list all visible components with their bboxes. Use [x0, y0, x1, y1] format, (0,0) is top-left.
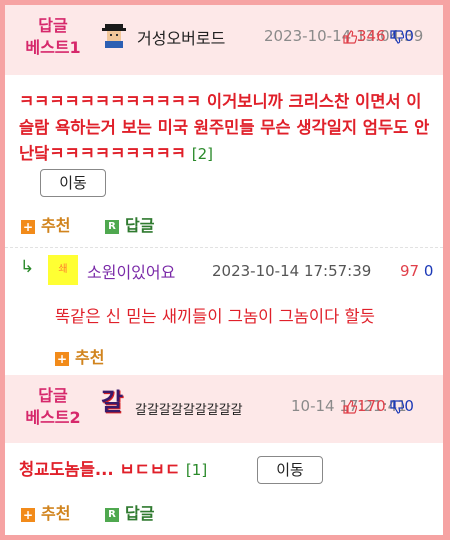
reply-r-icon: R	[105, 219, 119, 234]
best1-title-text: ㅋㅋㅋㅋㅋㅋㅋㅋㅋㅋㅋㅋ 이거보니까 크리스찬 이면서 이슬람 욕하는거 보는 …	[19, 92, 430, 163]
best1-comment-count: [2]	[191, 145, 213, 163]
best1-down-count: 0	[404, 27, 414, 45]
thumb-up-icon[interactable]	[343, 29, 357, 44]
best1-badge-line1: 답글	[38, 16, 68, 35]
best1-recommend-label: 추천	[41, 216, 71, 235]
reply-arrow-icon: ↳	[20, 257, 35, 277]
avatar-text: 쇄	[58, 264, 68, 275]
best2-header: 답글 베스트2 갈 갈갈갈갈갈갈갈갈갈 10-14 17:21:41 170 0	[5, 375, 443, 443]
best2-votes: 170 0	[343, 397, 414, 415]
best2-down-count: 0	[404, 397, 414, 415]
best2-badge: 답글 베스트2	[5, 385, 101, 429]
reply1-recommend-button[interactable]: + 추천	[55, 344, 104, 368]
thumb-up-icon[interactable]	[343, 399, 357, 414]
thumb-down-icon[interactable]	[390, 29, 405, 44]
best1-move-button[interactable]: 이동	[40, 169, 106, 197]
best1-votes: 346 0	[343, 27, 414, 45]
best2-reply-label: 답글	[125, 504, 155, 523]
user-avatar-icon[interactable]	[101, 23, 127, 49]
best1-header: 답글 베스트1 거성오버로드 2023-10-14 13:04:39 346 0	[5, 5, 443, 75]
best2-badge-line2: 베스트2	[25, 408, 81, 427]
reply1-recommend-label: 추천	[75, 348, 105, 367]
reply-r-icon: R	[105, 507, 119, 522]
divider	[5, 247, 443, 248]
best1-badge: 답글 베스트1	[5, 15, 101, 59]
best1-reply-button[interactable]: R 답글	[105, 212, 154, 236]
best2-badge-line1: 답글	[38, 386, 68, 405]
reply1-body: 똑같은 신 믿는 새끼들이 그놈이 그놈이다 할듯	[55, 307, 375, 326]
best1-badge-line2: 베스트1	[25, 38, 81, 57]
thumb-down-icon[interactable]	[390, 399, 405, 414]
plus-icon: +	[55, 351, 69, 366]
best2-title-text: 청교도놈들... ㅂㄷㅂㄷ	[19, 460, 181, 479]
best1-reply-label: 답글	[125, 216, 155, 235]
best2-reply-button[interactable]: R 답글	[105, 500, 154, 524]
reply1-date: 2023-10-14 17:57:39	[212, 262, 372, 280]
best2-recommend-label: 추천	[41, 504, 71, 523]
best2-title[interactable]: 청교도놈들... ㅂㄷㅂㄷ [1]	[19, 457, 207, 483]
best1-recommend-button[interactable]: + 추천	[21, 212, 70, 236]
reply1-votes: 97 0	[400, 262, 433, 280]
best2-comment-count: [1]	[185, 461, 208, 479]
user-avatar-icon[interactable]: 갈	[101, 387, 131, 417]
plus-icon: +	[21, 507, 35, 522]
best1-title[interactable]: ㅋㅋㅋㅋㅋㅋㅋㅋㅋㅋㅋㅋ 이거보니까 크리스찬 이면서 이슬람 욕하는거 보는 …	[19, 89, 435, 167]
comment-list: 답글 베스트1 거성오버로드 2023-10-14 13:04:39 346 0…	[5, 5, 443, 535]
best2-recommend-button[interactable]: + 추천	[21, 500, 70, 524]
best2-nickname[interactable]: 갈갈갈갈갈갈갈갈갈	[135, 399, 243, 418]
plus-icon: +	[21, 219, 35, 234]
best2-up-count: 170	[357, 397, 386, 415]
reply1-up-count: 97	[400, 262, 420, 280]
user-avatar-icon[interactable]: 쇄	[48, 255, 78, 285]
best1-up-count: 346	[357, 27, 386, 45]
reply1-down-count: 0	[423, 262, 434, 280]
reply1-nickname[interactable]: 소원이있어요	[87, 259, 175, 283]
best1-nickname[interactable]: 거성오버로드	[137, 25, 225, 49]
best2-move-button[interactable]: 이동	[257, 456, 323, 484]
